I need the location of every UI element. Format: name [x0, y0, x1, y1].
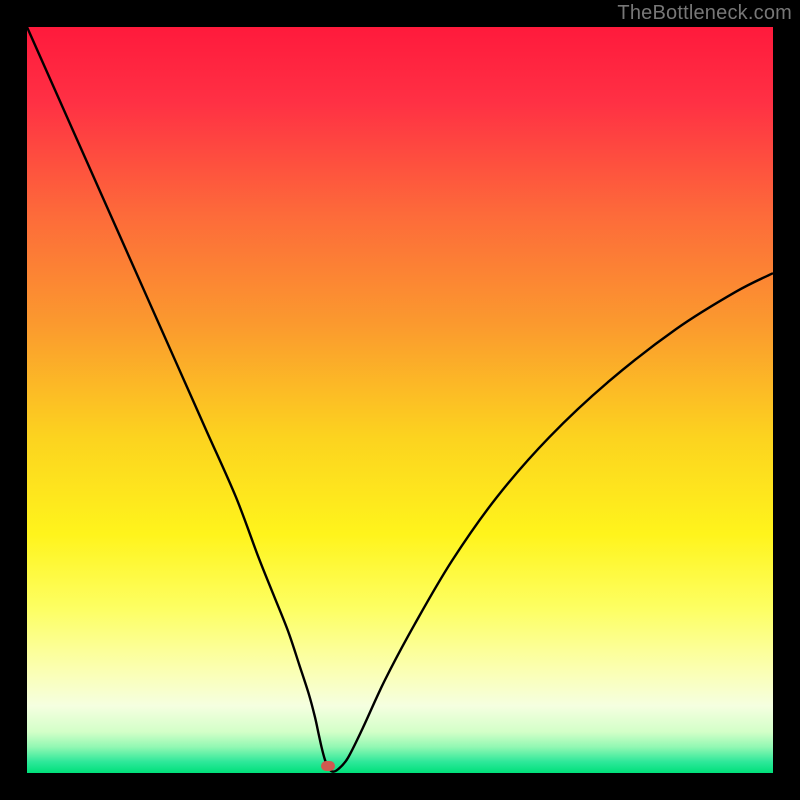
plot-background [27, 27, 773, 773]
attribution-text: TheBottleneck.com [617, 2, 792, 25]
optimal-point-marker [321, 761, 335, 771]
bottleneck-chart [27, 27, 773, 773]
chart-frame: TheBottleneck.com [0, 0, 800, 800]
